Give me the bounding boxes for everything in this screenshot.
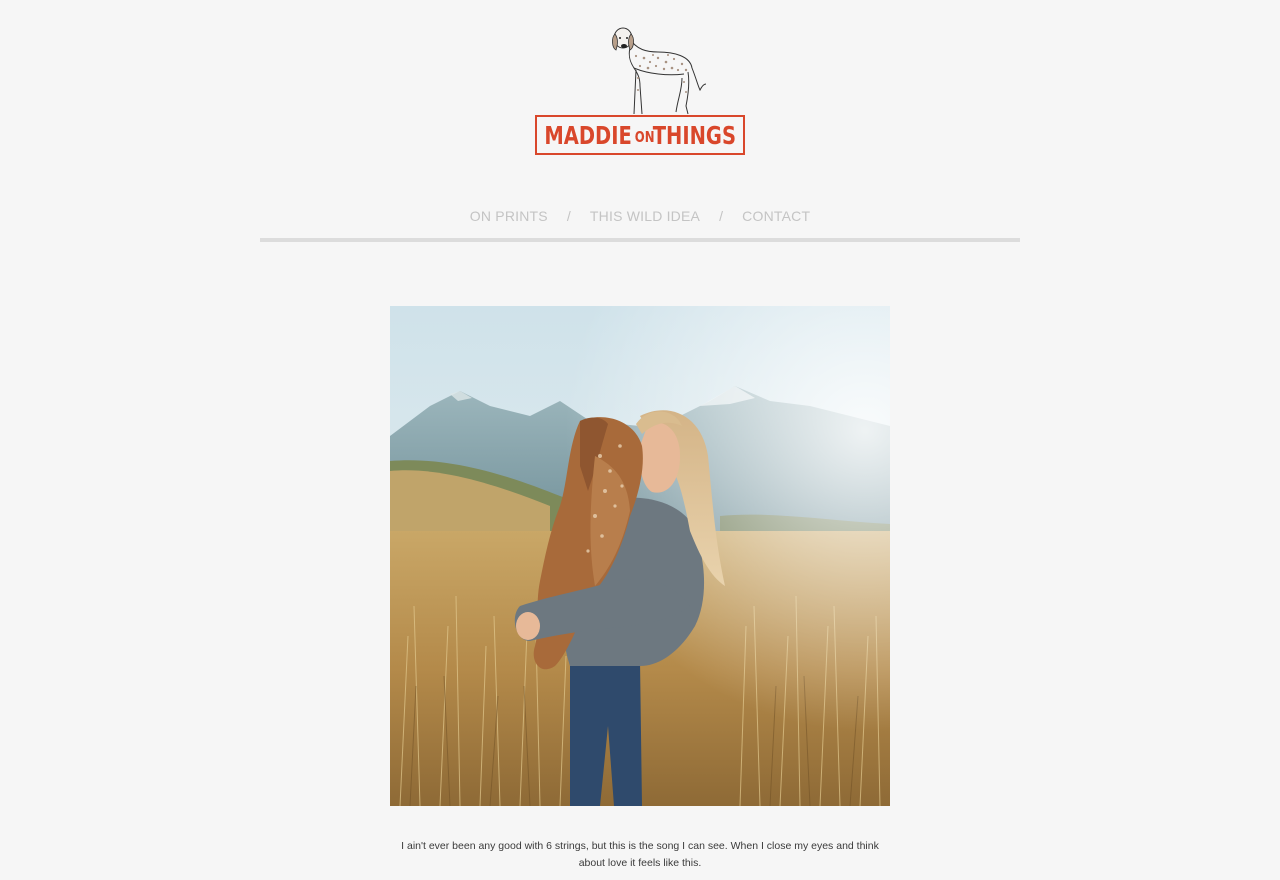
nav-separator: / bbox=[719, 208, 724, 224]
post-photo[interactable] bbox=[390, 306, 890, 806]
main-nav: ON PRINTS / THIS WILD IDEA / CONTACT bbox=[260, 208, 1020, 242]
nav-separator: / bbox=[566, 208, 571, 224]
logo-wordmark: MADDIE ON THINGS bbox=[535, 115, 745, 155]
photo-woman-hugging-dog-in-meadow-icon bbox=[390, 306, 890, 806]
logo-word-maddie: MADDIE bbox=[544, 120, 633, 150]
page: MADDIE ON THINGS ON PRINTS / THIS WILD IDE… bbox=[0, 0, 1280, 880]
post-caption: I ain't ever been any good with 6 string… bbox=[401, 839, 879, 869]
logo-word-things: THINGS bbox=[652, 120, 736, 150]
nav-item-on-prints[interactable]: ON PRINTS bbox=[470, 208, 548, 224]
nav-item-contact[interactable]: CONTACT bbox=[742, 208, 810, 224]
nav-item-this-wild-idea[interactable]: THIS WILD IDEA bbox=[590, 208, 700, 224]
dog-illustration-icon bbox=[612, 27, 707, 115]
site-logo[interactable]: MADDIE ON THINGS bbox=[534, 26, 746, 158]
logo-word-on: ON bbox=[634, 128, 655, 146]
